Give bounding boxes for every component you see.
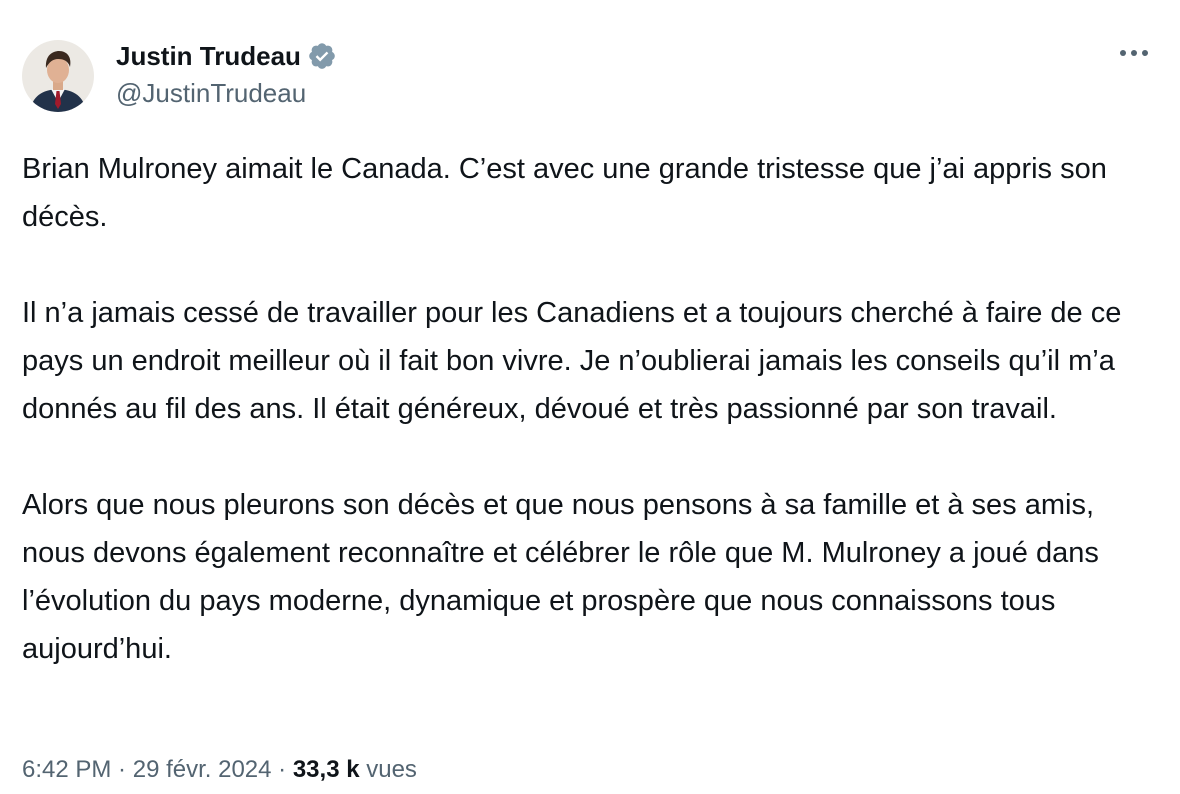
tweet-paragraph: Il n’a jamais cessé de travailler pour l… <box>22 297 1122 425</box>
verified-badge-icon[interactable] <box>307 41 337 71</box>
author-display-name[interactable]: Justin Trudeau <box>116 41 301 72</box>
author-name-row: Justin Trudeau <box>116 38 337 74</box>
meta-separator: · <box>111 756 133 783</box>
meta-separator: · <box>271 756 293 783</box>
tweet-date[interactable]: 29 févr. 2024 <box>133 756 272 783</box>
views-label: vues <box>366 756 417 783</box>
author-handle[interactable]: @JustinTrudeau <box>116 78 337 109</box>
tweet-time[interactable]: 6:42 PM <box>22 756 111 783</box>
more-horizontal-icon[interactable] <box>1112 38 1156 68</box>
views-count: 33,3 k <box>292 756 360 783</box>
profile-photo <box>22 40 94 112</box>
tweet-card: Justin Trudeau @JustinTrudeau Brian Mulr… <box>0 0 1180 794</box>
avatar[interactable] <box>22 40 94 112</box>
tweet-paragraph: Brian Mulroney aimait le Canada. C’est a… <box>22 153 1107 233</box>
tweet-text: Brian Mulroney aimait le Canada. C’est a… <box>22 145 1162 673</box>
tweet-meta: 6:42 PM · 29 févr. 2024 · 33,3 k vues <box>22 752 417 788</box>
author-block: Justin Trudeau @JustinTrudeau <box>116 38 337 109</box>
tweet-paragraph: Alors que nous pleurons son décès et que… <box>22 489 1099 665</box>
